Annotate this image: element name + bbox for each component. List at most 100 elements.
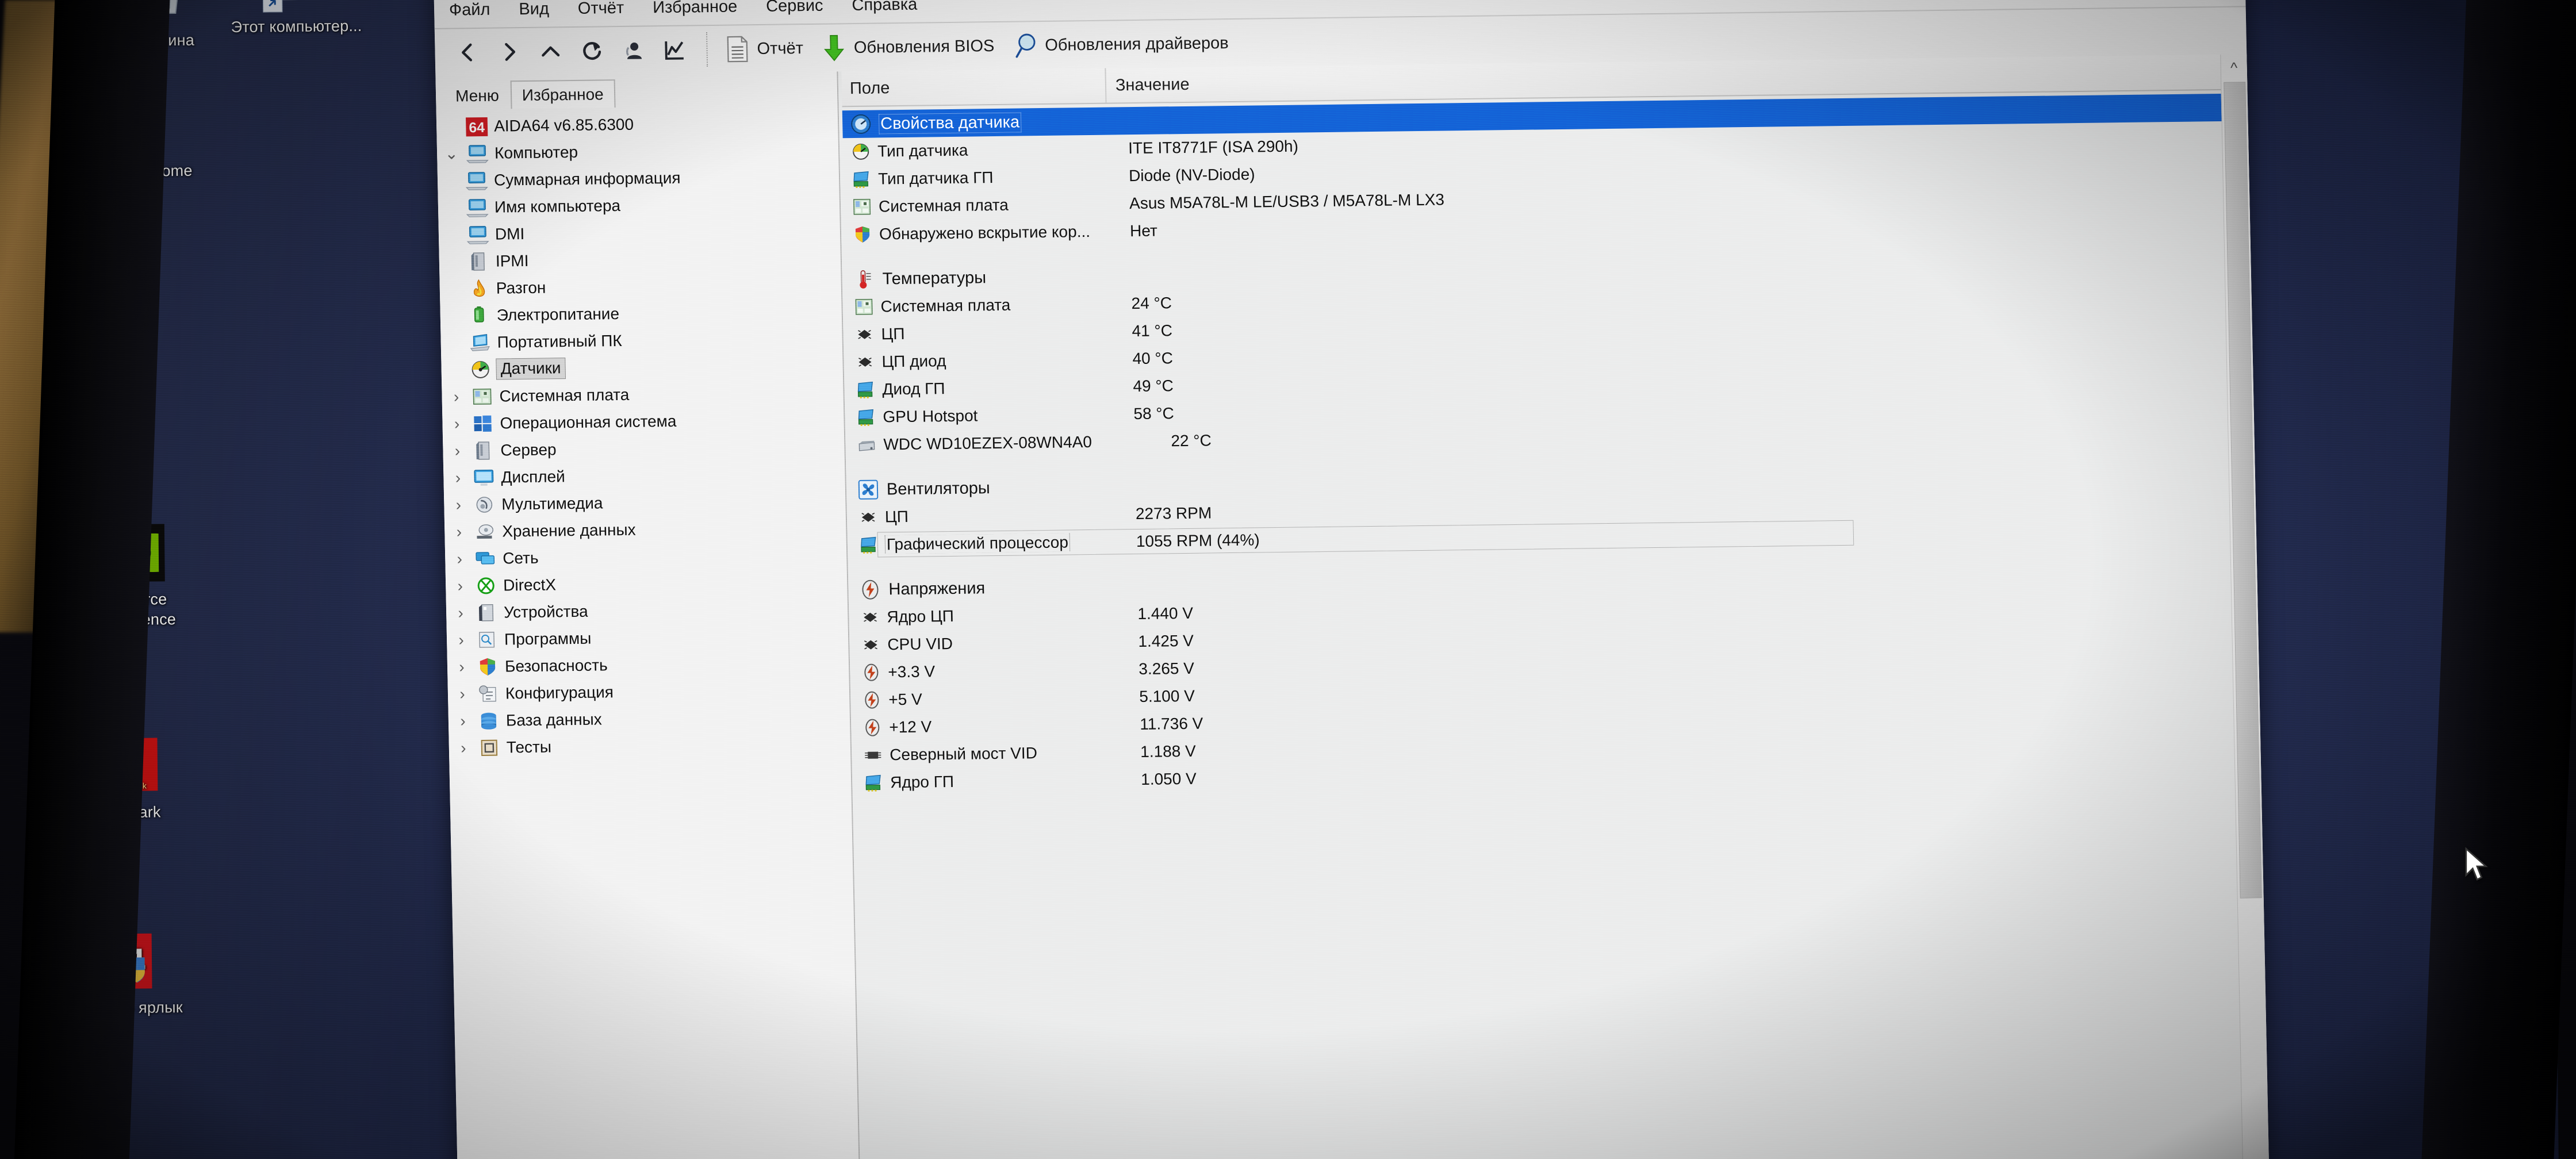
chevron-right-icon[interactable]: › <box>448 442 466 460</box>
tree-item-storage[interactable]: › Хранение данных <box>450 513 846 545</box>
bios-updates-button[interactable]: Обновления BIOS <box>818 32 1003 62</box>
mainboard-icon <box>852 198 872 216</box>
row-field: WDC WD10EZEX-08WN4A0 <box>883 432 1092 454</box>
row-field: ЦП <box>884 507 909 526</box>
chevron-right-icon[interactable]: › <box>452 604 470 622</box>
menu-item-file[interactable]: Файл <box>447 0 493 21</box>
tree-item-devices[interactable]: › Устройства <box>452 594 848 626</box>
svg-text:64: 64 <box>469 120 485 135</box>
chevron-right-icon[interactable]: › <box>450 496 467 514</box>
row-value: Asus M5A78L-M LE/USB3 / M5A78L-M LX3 <box>1129 190 1445 213</box>
report-button[interactable]: Отчёт <box>721 34 812 63</box>
tree-item-laptop[interactable]: Портативный ПК <box>446 324 842 356</box>
northbridge-icon <box>863 746 883 764</box>
row-value: 2273 RPM <box>1135 504 1212 523</box>
tree-item-dmi[interactable]: DMI <box>444 216 840 248</box>
computer-icon <box>466 224 490 244</box>
list-group-label: Температуры <box>882 268 987 288</box>
config-icon <box>477 684 500 703</box>
tree-item-display[interactable]: › Дисплей <box>449 459 845 491</box>
sensor-list[interactable]: Свойства датчика Тип датчика ITE IT8771F… <box>842 90 2261 797</box>
tree-item-multimedia[interactable]: › Мультимедиа <box>450 486 846 518</box>
devices-icon <box>475 602 499 622</box>
tree-item-computer-name[interactable]: Имя компьютера <box>444 189 840 221</box>
chevron-right-icon[interactable]: › <box>450 523 468 541</box>
chevron-right-icon[interactable]: › <box>455 739 473 757</box>
refresh-icon[interactable] <box>574 33 610 69</box>
row-field: Диод ГП <box>882 379 945 398</box>
cpu-icon <box>860 608 880 626</box>
row-field: Ядро ГП <box>890 772 954 792</box>
tree-item-ipmi[interactable]: IPMI <box>444 243 841 275</box>
desktop-icon-this-pc[interactable]: Этот компьютер... <box>229 0 362 37</box>
column-header-field[interactable]: Поле <box>841 68 1107 106</box>
row-value: 58 °C <box>1133 404 1175 423</box>
chevron-right-icon[interactable]: › <box>454 685 471 703</box>
row-value: 1055 RPM (44%) <box>1136 531 1260 551</box>
tree-item-overclock[interactable]: Разгон <box>445 270 841 302</box>
tree-item-config[interactable]: › Конфигурация <box>454 676 850 707</box>
user-icon[interactable] <box>615 32 651 68</box>
tree-item-summary[interactable]: Суммарная информация <box>443 162 839 194</box>
tree-item-os[interactable]: › Операционная система <box>448 405 844 437</box>
menu-item-view[interactable]: Вид <box>516 0 551 21</box>
chevron-right-icon[interactable]: › <box>453 631 470 649</box>
tree-item-security[interactable]: › Безопасность <box>453 648 849 680</box>
row-field: GPU Hotspot <box>883 406 978 426</box>
row-field: Тип датчика <box>877 141 968 160</box>
sidebar-tabs[interactable]: Меню Избранное <box>435 71 837 110</box>
menu-item-report[interactable]: Отчёт <box>575 0 626 20</box>
tree-item-power[interactable]: Электропитание <box>446 297 842 329</box>
shield-icon <box>853 225 873 244</box>
tree-item-server[interactable]: › Сервер <box>448 432 845 464</box>
sidebar[interactable]: Меню Избранное 64 AIDA64 v6.85.6300 ⌄ Ко… <box>435 71 861 1159</box>
computer-icon <box>466 143 489 163</box>
report-button-label: Отчёт <box>757 39 804 58</box>
row-value: 11.736 V <box>1139 714 1203 733</box>
chevron-right-icon[interactable]: › <box>451 577 469 595</box>
cpu-icon <box>861 635 881 654</box>
back-icon[interactable] <box>450 34 486 71</box>
sidebar-item-sensors[interactable]: Датчики <box>447 351 843 383</box>
tree-item-database[interactable]: › База данных <box>454 703 850 734</box>
chevron-right-icon[interactable]: › <box>454 712 472 730</box>
menu-item-tools[interactable]: Сервис <box>764 0 826 17</box>
tab-menu[interactable]: Меню <box>444 80 511 109</box>
windows-desktop[interactable]: Корзина Этот компьютер... <box>67 0 2559 1159</box>
navigation-tree[interactable]: 64 AIDA64 v6.85.6300 ⌄ Компьютер Суммарн… <box>436 105 851 761</box>
tab-favorites[interactable]: Избранное <box>510 79 616 109</box>
battery-icon <box>467 305 491 325</box>
scroll-up-arrow-icon[interactable]: ^ <box>2221 54 2247 81</box>
driver-updates-label: Обновления драйверов <box>1044 33 1229 55</box>
menu-item-help[interactable]: Справка <box>849 0 920 17</box>
tree-item-aida64-root[interactable]: 64 AIDA64 v6.85.6300 <box>442 108 838 140</box>
driver-updates-button[interactable]: Обновления драйверов <box>1009 29 1238 60</box>
menu-item-favorites[interactable]: Избранное <box>650 0 740 19</box>
forward-icon[interactable] <box>491 34 527 70</box>
cpu-icon <box>855 353 875 371</box>
tree-item-label: Суммарная информация <box>493 168 681 189</box>
server-icon <box>471 440 495 460</box>
chevron-right-icon[interactable]: › <box>449 469 467 487</box>
row-value: 5.100 V <box>1138 686 1195 705</box>
tree-item-label: База данных <box>505 709 603 729</box>
chevron-right-icon[interactable]: › <box>448 415 466 433</box>
tree-item-motherboard[interactable]: › Системная плата <box>447 378 844 410</box>
tree-item-programs[interactable]: › Программы <box>453 621 849 653</box>
tree-item-directx[interactable]: › DirectX <box>451 567 848 599</box>
column-header-value[interactable]: Значение <box>1106 75 1190 95</box>
chevron-right-icon[interactable]: › <box>451 550 469 568</box>
gauge-icon <box>850 114 872 135</box>
shield-icon <box>476 657 500 676</box>
tree-item-computer[interactable]: ⌄ Компьютер <box>443 135 839 167</box>
chart-icon[interactable] <box>657 32 693 68</box>
tree-item-benchmarks[interactable]: › Тесты <box>454 730 850 761</box>
computer-icon <box>465 170 489 190</box>
tree-item-network[interactable]: › Сеть <box>451 540 847 572</box>
content-pane[interactable]: Поле Значение Свойства датчика Тип датчи… <box>838 54 2270 1159</box>
chevron-down-icon[interactable]: ⌄ <box>443 144 461 163</box>
up-icon[interactable] <box>532 33 569 70</box>
chevron-right-icon[interactable]: › <box>447 387 465 406</box>
aida64-window[interactable]: 64 AIDA64 Файл Вид Отчёт Избранное Серви… <box>432 0 2270 1159</box>
chevron-right-icon[interactable]: › <box>453 658 471 676</box>
